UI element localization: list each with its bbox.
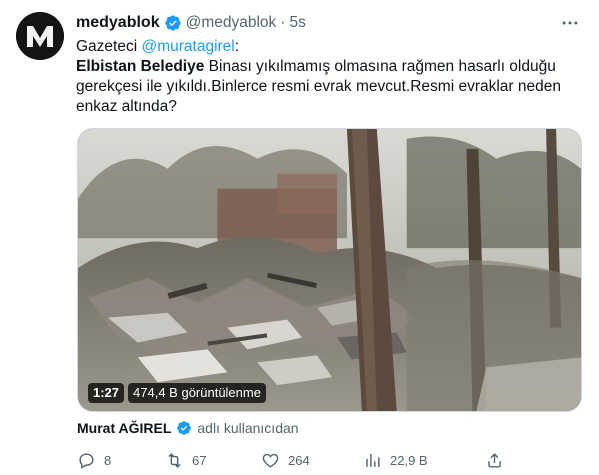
more-icon — [562, 21, 578, 25]
reply-button[interactable]: 8 — [77, 451, 111, 470]
retweet-button[interactable]: 67 — [165, 451, 206, 470]
intro-suffix: : — [234, 38, 240, 55]
mention-link[interactable]: @muratagirel — [141, 38, 234, 55]
video-attribution[interactable]: Murat AĞIREL adlı kullanıcıdan — [77, 418, 299, 438]
tweet-intro-line: Gazeteci @muratagirel: — [76, 37, 576, 57]
attribution-name[interactable]: Murat AĞIREL — [77, 420, 171, 436]
reply-count: 8 — [104, 452, 112, 468]
attribution-suffix: adlı kullanıcıdan — [197, 420, 299, 436]
author-name[interactable]: medyablok — [76, 14, 160, 32]
retweet-count: 67 — [192, 452, 207, 468]
action-bar: 8 67 264 22,9 B — [77, 449, 582, 471]
video-player[interactable]: 1:27 474,4 B görüntülenme — [77, 128, 582, 412]
tweet-main-text: Elbistan Belediye Binası yıkılmamış olma… — [76, 57, 576, 117]
tweet-text-bold: Elbistan Belediye — [76, 58, 205, 75]
tweet-text: Gazeteci @muratagirel: Elbistan Belediye… — [76, 37, 576, 117]
verified-icon — [176, 420, 192, 436]
views-count: 22,9 B — [390, 452, 428, 468]
reply-icon — [79, 452, 94, 469]
verified-icon — [164, 14, 182, 32]
tweet-header: medyablok @medyablok · 5s — [76, 12, 306, 34]
video-badges: 1:27 474,4 B görüntülenme — [88, 383, 266, 403]
video-duration: 1:27 — [88, 383, 125, 403]
timestamp[interactable]: 5s — [289, 14, 305, 32]
medyablok-logo-icon — [16, 12, 64, 60]
author-handle[interactable]: @medyablok — [186, 14, 277, 32]
retweet-icon — [168, 452, 181, 468]
intro-prefix: Gazeteci — [76, 38, 142, 55]
share-icon — [488, 452, 501, 468]
views-button[interactable]: 22,9 B — [363, 451, 428, 470]
more-options-button[interactable] — [559, 14, 581, 32]
video-view-count: 474,4 B görüntülenme — [128, 383, 266, 403]
separator-dot: · — [280, 14, 286, 31]
avatar[interactable] — [16, 12, 64, 60]
views-icon — [366, 453, 380, 467]
like-button[interactable]: 264 — [261, 451, 310, 470]
tweet-card[interactable]: medyablok @medyablok · 5s Gazeteci @mura… — [0, 0, 599, 475]
share-button[interactable] — [485, 451, 504, 470]
like-icon — [262, 453, 279, 468]
video-thumbnail — [78, 129, 581, 411]
like-count: 264 — [288, 452, 310, 468]
